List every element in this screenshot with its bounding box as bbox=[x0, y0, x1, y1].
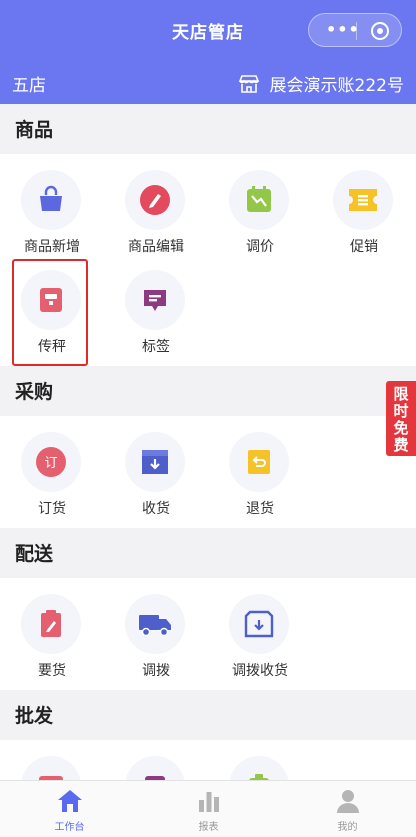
capsule-divider bbox=[356, 22, 357, 40]
menu-item-label: 商品新增 bbox=[24, 239, 80, 255]
menu-item-label: 调拨 bbox=[142, 663, 170, 679]
account-name: 展会演示账222号 bbox=[269, 76, 404, 96]
promo-char: 费 bbox=[393, 436, 409, 454]
menu-item-request-goods[interactable]: 要货 bbox=[0, 584, 104, 684]
tab-label: 我的 bbox=[337, 822, 358, 833]
user-icon bbox=[336, 790, 359, 813]
menu-item-label: 调拨收货 bbox=[232, 663, 288, 679]
menu-item-wholesale-3[interactable] bbox=[208, 746, 312, 780]
menu-item-label: 订货 bbox=[38, 501, 66, 517]
tab-workbench[interactable]: 工作台 bbox=[0, 781, 139, 837]
free-trial-tag[interactable]: 限 时 免 费 bbox=[386, 381, 416, 456]
menu-item-receive[interactable]: 收货 bbox=[104, 422, 208, 522]
section-title-purchase: 采购 bbox=[0, 366, 416, 416]
menu-item-label: 商品编辑 bbox=[128, 239, 184, 255]
bar-chart-icon bbox=[198, 792, 219, 812]
wholesale-doc-icon bbox=[125, 756, 185, 780]
receive-box-icon bbox=[125, 432, 185, 492]
wholesale-list-icon bbox=[21, 756, 81, 780]
menu-item-label-print[interactable]: 标签 bbox=[104, 260, 208, 360]
menu-item-return[interactable]: 退货 bbox=[208, 422, 312, 522]
highlight-box bbox=[12, 259, 88, 366]
menu-item-transfer-receive[interactable]: 调拨收货 bbox=[208, 584, 312, 684]
menu-item-label: 退货 bbox=[246, 501, 274, 517]
section-title-wholesale: 批发 bbox=[0, 690, 416, 740]
menu-item-label: 要货 bbox=[38, 663, 66, 679]
bottom-tab-bar: 工作台 报表 我的 bbox=[0, 780, 416, 837]
mini-program-capsule[interactable]: ••• bbox=[308, 13, 402, 47]
edit-pen-icon bbox=[125, 170, 185, 230]
coupon-icon bbox=[333, 170, 393, 230]
section-wholesale bbox=[0, 740, 416, 780]
menu-item-label: 收货 bbox=[142, 501, 170, 517]
close-target-icon[interactable] bbox=[371, 22, 389, 40]
home-icon bbox=[57, 790, 82, 812]
promo-char: 限 bbox=[393, 385, 409, 403]
section-purchase: 订 订货 收货 退货 bbox=[0, 416, 416, 528]
menu-item-edit-goods[interactable]: 商品编辑 bbox=[104, 160, 208, 260]
bag-icon bbox=[21, 170, 81, 230]
menu-item-label: 促销 bbox=[350, 239, 378, 255]
tag-icon bbox=[125, 270, 185, 330]
menu-item-wholesale-1[interactable] bbox=[0, 746, 104, 780]
menu-item-promotion[interactable]: 促销 bbox=[312, 160, 416, 260]
menu-item-label: 调价 bbox=[246, 239, 274, 255]
promo-char: 时 bbox=[393, 402, 409, 420]
menu-item-add-goods[interactable]: 商品新增 bbox=[0, 160, 104, 260]
return-box-icon bbox=[229, 432, 289, 492]
request-clipboard-icon bbox=[21, 594, 81, 654]
order-icon: 订 bbox=[21, 432, 81, 492]
promo-char: 免 bbox=[393, 419, 409, 437]
menu-item-transfer[interactable]: 调拨 bbox=[104, 584, 208, 684]
transfer-receive-icon bbox=[229, 594, 289, 654]
store-bar: 五店 展会演示账222号 bbox=[0, 58, 416, 104]
price-trend-icon bbox=[229, 170, 289, 230]
tab-mine[interactable]: 我的 bbox=[278, 781, 416, 837]
shop-icon bbox=[238, 74, 259, 93]
order-icon-glyph: 订 bbox=[44, 456, 57, 471]
menu-item-order[interactable]: 订 订货 bbox=[0, 422, 104, 522]
wholesale-bag-icon bbox=[229, 756, 289, 780]
section-title-goods: 商品 bbox=[0, 104, 416, 154]
navigation-bar: 天店管店 ••• bbox=[0, 0, 416, 58]
more-dots-icon[interactable]: ••• bbox=[326, 22, 360, 38]
section-delivery: 要货 调拨 调拨收货 bbox=[0, 578, 416, 690]
store-name[interactable]: 五店 bbox=[12, 71, 46, 96]
menu-item-adjust-price[interactable]: 调价 bbox=[208, 160, 312, 260]
menu-item-label: 标签 bbox=[142, 339, 170, 355]
tab-label: 工作台 bbox=[54, 822, 85, 833]
account-switcher[interactable]: 展会演示账222号 bbox=[238, 71, 404, 96]
menu-item-wholesale-2[interactable] bbox=[104, 746, 208, 780]
section-title-delivery: 配送 bbox=[0, 528, 416, 578]
truck-icon bbox=[125, 594, 185, 654]
tab-label: 报表 bbox=[198, 822, 219, 833]
tab-reports[interactable]: 报表 bbox=[139, 781, 278, 837]
